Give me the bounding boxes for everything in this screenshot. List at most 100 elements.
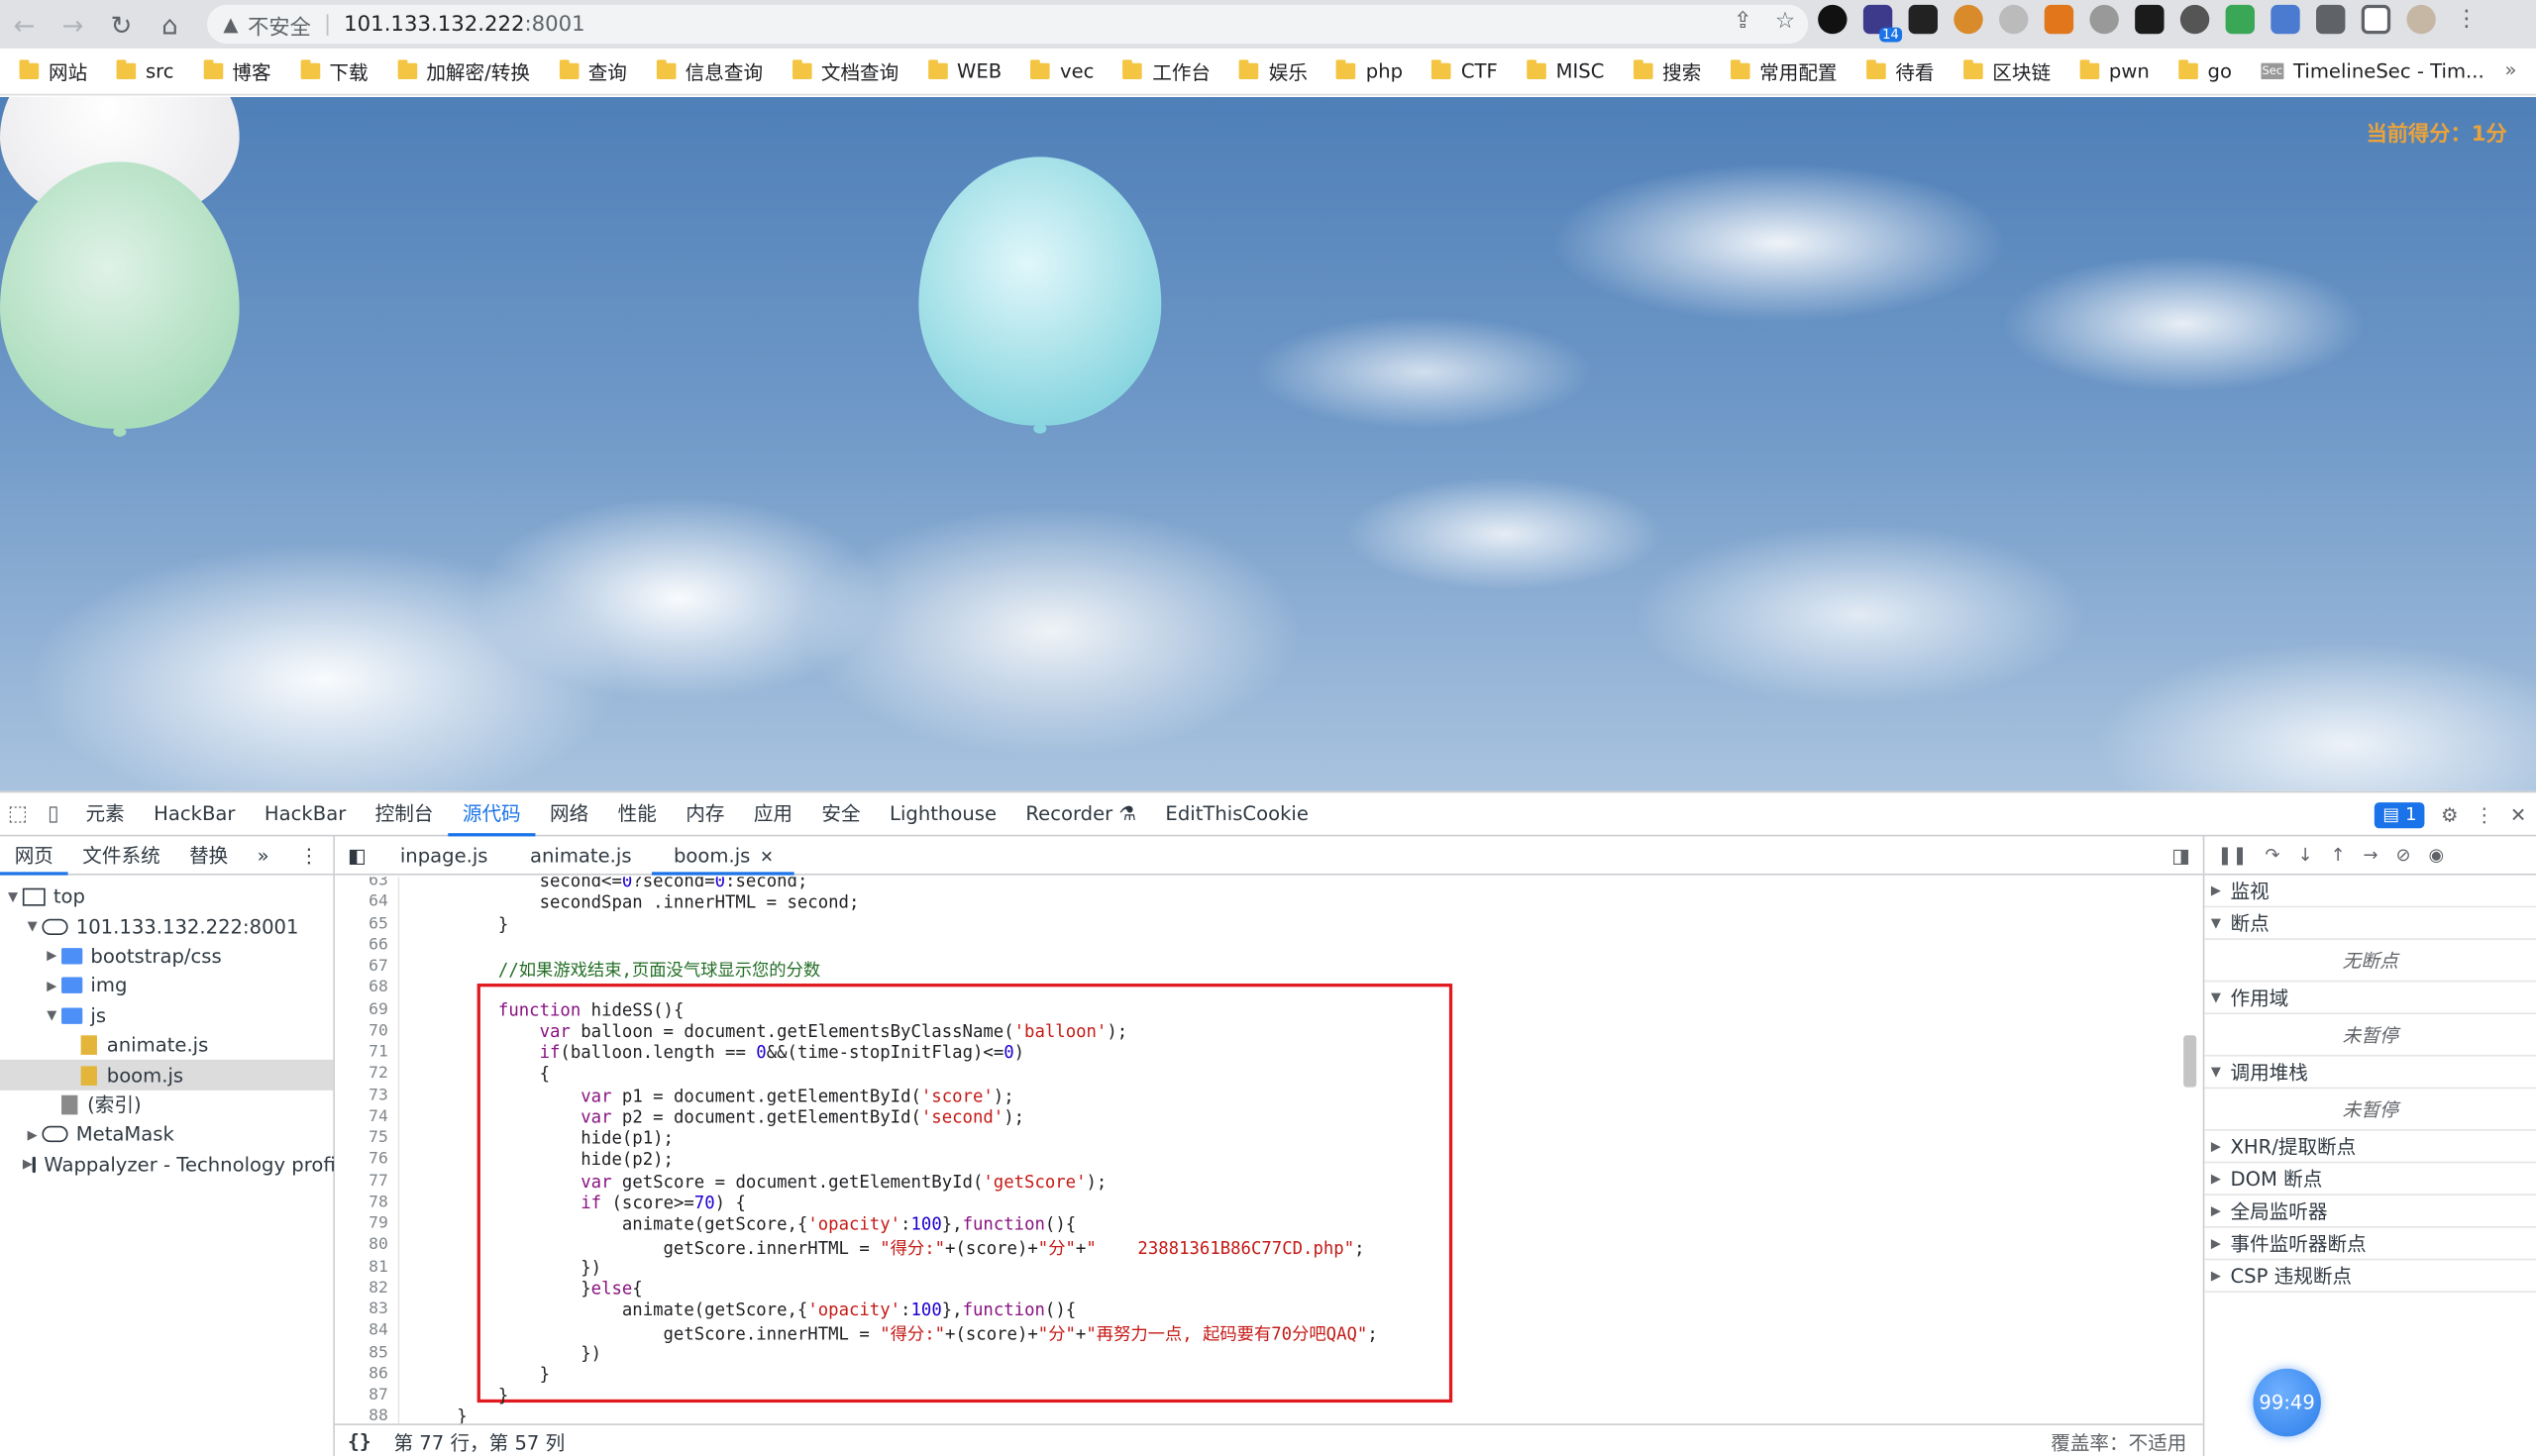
bookmark-folder[interactable]: src: [116, 59, 174, 82]
line-number[interactable]: 67: [369, 958, 388, 976]
bookmark-folder[interactable]: 博客: [202, 57, 271, 85]
extension-grid-icon[interactable]: [2225, 4, 2255, 35]
bookmark-folder[interactable]: 加解密/转换: [396, 57, 530, 85]
tab-memory[interactable]: 内存: [672, 792, 740, 836]
back-icon[interactable]: ←: [0, 0, 49, 49]
bookmark-folder[interactable]: go: [2178, 59, 2232, 82]
extension-dark-icon[interactable]: [2135, 4, 2165, 35]
extension-hat-icon[interactable]: 14: [1862, 4, 1903, 43]
section-breakpoints[interactable]: ▼ 断点: [2204, 907, 2536, 940]
tree-item[interactable]: ▶ bootstrap/css: [0, 941, 333, 971]
close-tab-icon[interactable]: ✕: [760, 849, 774, 867]
bookmark-folder[interactable]: WEB: [927, 59, 1002, 82]
line-number[interactable]: 84: [369, 1322, 388, 1340]
line-number[interactable]: 77: [369, 1172, 388, 1190]
file-tab-inpage[interactable]: inpage.js: [379, 836, 509, 875]
tab-hackbar-2[interactable]: HackBar: [250, 792, 361, 836]
line-number[interactable]: 82: [369, 1280, 388, 1298]
extension-gray-icon[interactable]: [1999, 4, 2029, 35]
pause-on-exceptions-icon[interactable]: ◉: [2429, 845, 2445, 866]
settings-gear-icon[interactable]: ⚙: [2441, 803, 2459, 826]
sidepanel-icon[interactable]: [2361, 4, 2391, 35]
tree-item[interactable]: ▼ 101.133.132.222:8001: [0, 911, 333, 941]
tab-console[interactable]: 控制台: [361, 792, 448, 836]
home-icon[interactable]: ⌂: [146, 0, 194, 49]
tab-performance[interactable]: 性能: [603, 792, 672, 836]
bookmark-folder[interactable]: 信息查询: [656, 57, 763, 85]
more-tabs-icon[interactable]: »: [243, 836, 283, 875]
line-number[interactable]: 72: [369, 1065, 388, 1083]
tree-item[interactable]: ▼ top: [0, 882, 333, 911]
tab-application[interactable]: 应用: [739, 792, 807, 836]
tree-item[interactable]: ▼ js: [0, 1000, 333, 1030]
address-bar[interactable]: ▲ 不安全 | 101.133.132.222:8001 ⇪ ☆: [206, 4, 1809, 45]
share-icon[interactable]: ⇪: [1734, 8, 1752, 34]
extension-mask-icon[interactable]: [1908, 4, 1938, 35]
bookmark-folder[interactable]: 下载: [299, 57, 369, 85]
balloon-cyan[interactable]: [918, 156, 1162, 434]
line-number[interactable]: 87: [369, 1387, 388, 1404]
timer-badge[interactable]: 99:49: [2253, 1368, 2321, 1437]
tab-editthiscookie[interactable]: EditThisCookie: [1151, 792, 1323, 836]
section-watch[interactable]: ▶ 监视: [2204, 876, 2536, 908]
bookmarks-more-button[interactable]: »: [2504, 58, 2516, 81]
metamask-fox-icon[interactable]: [2044, 4, 2074, 35]
forward-icon[interactable]: →: [49, 0, 97, 49]
bookmark-folder[interactable]: 文档查询: [792, 57, 898, 85]
bookmark-folder[interactable]: 搜索: [1633, 57, 1701, 85]
step-into-icon[interactable]: ↓: [2298, 845, 2313, 866]
balloon-green[interactable]: [0, 161, 240, 437]
tab-sources[interactable]: 源代码: [448, 792, 536, 836]
line-number[interactable]: 69: [369, 1000, 388, 1018]
bookmark-folder[interactable]: vec: [1030, 59, 1094, 82]
section-xhr-breakpoints[interactable]: ▶ XHR/提取断点: [2204, 1131, 2536, 1164]
line-number[interactable]: 86: [369, 1365, 388, 1383]
pause-icon[interactable]: ❚❚: [2217, 845, 2247, 866]
bookmark-folder[interactable]: CTF: [1431, 59, 1498, 82]
line-number[interactable]: 65: [369, 915, 388, 933]
tab-hackbar[interactable]: HackBar: [139, 792, 250, 836]
line-number[interactable]: 88: [369, 1407, 388, 1423]
line-number[interactable]: 85: [369, 1343, 388, 1361]
scrollbar-thumb[interactable]: [2183, 1035, 2197, 1088]
line-number[interactable]: 83: [369, 1300, 388, 1318]
line-number[interactable]: 64: [369, 893, 388, 911]
section-call-stack[interactable]: ▼ 调用堆栈: [2204, 1057, 2536, 1090]
cookie-icon[interactable]: [1954, 4, 1983, 35]
step-out-icon[interactable]: ↑: [2331, 845, 2346, 866]
inspect-icon[interactable]: ⬚: [0, 792, 36, 836]
tab-filesystem[interactable]: 文件系统: [68, 836, 175, 875]
section-csp-breakpoints[interactable]: ▶ CSP 违规断点: [2204, 1260, 2536, 1294]
pretty-print-button[interactable]: {}: [348, 1430, 371, 1453]
tree-item[interactable]: ▶ MetaMask: [0, 1119, 333, 1149]
navigator-menu-icon[interactable]: ⋮: [284, 836, 333, 875]
tab-security[interactable]: 安全: [807, 792, 876, 836]
deactivate-breakpoints-icon[interactable]: ⊘: [2396, 845, 2411, 866]
bookmark-folder[interactable]: 待看: [1865, 57, 1935, 85]
bookmark-folder[interactable]: 区块链: [1962, 57, 2051, 85]
bookmark-folder[interactable]: MISC: [1527, 59, 1604, 82]
line-number[interactable]: 79: [369, 1215, 388, 1233]
extension-circle-icon[interactable]: [1818, 4, 1848, 35]
messages-badge[interactable]: ▤ 1: [2375, 801, 2425, 828]
bookmark-folder[interactable]: 查询: [559, 57, 627, 85]
line-number[interactable]: 66: [369, 936, 388, 954]
line-number[interactable]: 76: [369, 1151, 388, 1169]
step-over-icon[interactable]: ↷: [2265, 845, 2279, 866]
tab-elements[interactable]: 元素: [71, 792, 140, 836]
step-icon[interactable]: →: [2364, 845, 2378, 866]
line-number[interactable]: 74: [369, 1107, 388, 1125]
line-number[interactable]: 63: [369, 877, 388, 889]
tree-item[interactable]: (索引): [0, 1090, 333, 1119]
file-tab-boom[interactable]: boom.js ✕: [652, 836, 795, 875]
bookmark-folder[interactable]: 工作台: [1122, 57, 1211, 85]
bookmark-folder[interactable]: 网站: [19, 57, 87, 85]
tab-network[interactable]: 网络: [535, 792, 603, 836]
tree-item[interactable]: animate.js: [0, 1030, 333, 1060]
line-number[interactable]: 73: [369, 1087, 388, 1104]
line-number[interactable]: 68: [369, 980, 388, 997]
bookmark-folder[interactable]: 常用配置: [1730, 57, 1838, 85]
section-dom-breakpoints[interactable]: ▶ DOM 断点: [2204, 1163, 2536, 1196]
menu-kebab-icon[interactable]: ⋮: [2452, 5, 2481, 34]
close-icon[interactable]: ✕: [2510, 803, 2526, 826]
